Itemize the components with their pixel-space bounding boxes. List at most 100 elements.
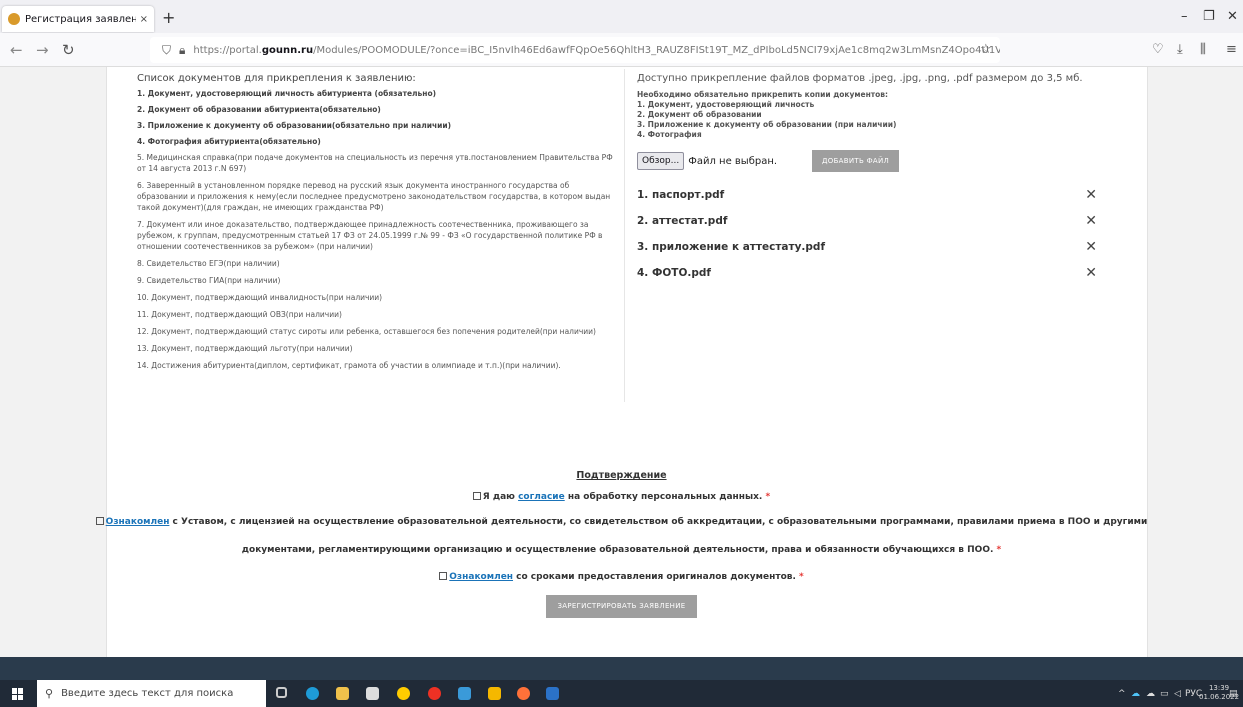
attached-file: 2. аттестат.pdf ✕ (637, 208, 1102, 234)
add-file-button[interactable]: ДОБАВИТЬ ФАЙЛ (812, 150, 900, 172)
consent-checkbox[interactable] (472, 492, 481, 500)
column-divider (624, 69, 625, 402)
windows-start-icon[interactable] (12, 688, 24, 700)
browser-tab[interactable]: Регистрация заявления | Порт × (2, 6, 154, 32)
edge-icon[interactable] (306, 687, 319, 700)
file-name[interactable]: 2. аттестат.pdf (637, 215, 727, 227)
doc-item: 4. Фотография абитуриента(обязательно) (137, 137, 321, 146)
doc-item: 9. Свидетельство ГИА(при наличии) (137, 276, 281, 285)
required-doc-item: 4. Фотография (637, 130, 702, 139)
taskbar-search-placeholder: Введите здесь текст для поиска (61, 688, 234, 699)
app-icon[interactable] (488, 687, 501, 700)
image-viewer-icon[interactable] (546, 687, 559, 700)
required-doc-item: 1. Документ, удостоверяющий личность (637, 100, 815, 109)
library-icon[interactable]: ⫼ (1200, 42, 1206, 57)
confirmation-title: Подтверждение (576, 470, 667, 481)
doc-item: 10. Документ, подтверждающий инвалидност… (137, 293, 383, 302)
firefox-icon[interactable] (517, 687, 530, 700)
cloud-icon[interactable]: ☁ (1131, 689, 1140, 699)
yandex-browser-icon[interactable] (428, 687, 441, 700)
taskbar-search[interactable]: ⚲ Введите здесь текст для поиска (37, 680, 266, 707)
tray-chevron-icon[interactable]: ^ (1118, 689, 1126, 699)
browse-button[interactable]: Обзор... (637, 152, 685, 170)
attached-file: 4. ФОТО.pdf ✕ (637, 260, 1102, 286)
window-close-icon[interactable]: ✕ (1227, 9, 1238, 24)
file-name[interactable]: 4. ФОТО.pdf (637, 267, 711, 279)
tab-close-icon[interactable]: × (140, 14, 148, 25)
windows-taskbar: ⚲ Введите здесь текст для поиска ^ ☁ ☁ ▭… (0, 680, 1243, 707)
required-docs-title: Необходимо обязательно прикрепить копии … (637, 90, 889, 99)
register-application-button[interactable]: ЗАРЕГИСТРИРОВАТЬ ЗАЯВЛЕНИЕ (546, 595, 697, 618)
doc-item: 5. Медицинская справка(при подаче докуме… (137, 153, 613, 173)
address-bar[interactable]: ⛉ 🔒︎ https://portal. gounn.ru/Modules/POO… (150, 37, 1000, 63)
originals-line: Ознакомлен со сроками предоставления ори… (0, 572, 1243, 582)
forward-icon[interactable]: → (36, 41, 49, 59)
site-favicon-icon (8, 13, 20, 25)
reload-icon[interactable]: ↻ (62, 41, 75, 59)
attached-file: 1. паспорт.pdf ✕ (637, 182, 1102, 208)
browser-nav-bar: ← → ↻ ⛉ 🔒︎ https://portal. gounn.ru/Modul… (0, 33, 1243, 67)
file-upload-row: Обзор... Файл не выбран. ДОБАВИТЬ ФАЙЛ (637, 150, 1107, 172)
documents-list-heading: Список документов для прикрепления к зая… (137, 73, 416, 84)
required-mark: * (762, 492, 771, 502)
doc-item: 14. Достижения абитуриента(диплом, серти… (137, 361, 561, 370)
doc-item: 12. Документ, подтверждающий статус сиро… (137, 327, 596, 336)
back-icon[interactable]: ← (10, 41, 23, 59)
consent-link[interactable]: согласие (518, 492, 565, 502)
confirmation-section: Подтверждение Я даю согласие на обработк… (0, 470, 1243, 618)
tab-title: Регистрация заявления | Порт (25, 13, 136, 25)
required-mark: * (795, 572, 804, 582)
doc-item: 13. Документ, подтверждающий льготу(при … (137, 344, 353, 353)
acquainted-line: Ознакомлен с Уставом, с лицензией на осу… (0, 517, 1243, 527)
remove-file-icon[interactable]: ✕ (1085, 239, 1097, 255)
url-domain: gounn.ru (261, 44, 314, 56)
search-icon: ⚲ (45, 687, 54, 700)
doc-item: 11. Документ, подтверждающий ОВЗ(при нал… (137, 310, 342, 319)
page-footer (0, 657, 1243, 680)
documents-list-panel: Список документов для прикрепления к зая… (137, 73, 617, 377)
acquainted-text-2: документами, регламентирующими организац… (241, 545, 994, 555)
file-status: Файл не выбран. (688, 155, 778, 167)
attached-files-list: 1. паспорт.pdf ✕ 2. аттестат.pdf ✕ 3. пр… (637, 182, 1107, 286)
bookmark-star-icon[interactable]: ☆ (980, 42, 992, 57)
formats-note: Доступно прикрепление файлов форматов .j… (637, 73, 1083, 84)
doc-item: 1. Документ, удостоверяющий личность аби… (137, 89, 437, 98)
required-mark: * (993, 545, 1002, 555)
url-path: /Modules/POOMODULE/?once=iBC_I5nvIh46Ed6… (313, 44, 1000, 56)
doc-item: 7. Документ или иное доказательство, под… (137, 220, 603, 251)
browser-tab-bar: Регистрация заявления | Порт × + – ❐ ✕ (0, 0, 1243, 33)
remove-file-icon[interactable]: ✕ (1085, 265, 1097, 281)
attached-file: 3. приложение к аттестату.pdf ✕ (637, 234, 1102, 260)
originals-link[interactable]: Ознакомлен (449, 572, 513, 582)
restore-icon[interactable]: ❐ (1203, 9, 1215, 24)
remove-file-icon[interactable]: ✕ (1085, 187, 1097, 203)
file-name[interactable]: 3. приложение к аттестату.pdf (637, 241, 825, 253)
originals-text: со сроками предоставления оригиналов док… (513, 572, 796, 582)
menu-icon[interactable]: ≡ (1226, 42, 1237, 57)
yandex-icon[interactable] (397, 687, 410, 700)
acquainted-line-2: документами, регламентирующими организац… (0, 545, 1243, 555)
store-icon[interactable] (366, 687, 379, 700)
doc-item: 6. Заверенный в установленном порядке пе… (137, 181, 611, 212)
file-name[interactable]: 1. паспорт.pdf (637, 189, 724, 201)
doc-item: 2. Документ об образовании абитуриента(о… (137, 105, 381, 114)
network-icon[interactable]: ▭ (1160, 689, 1169, 699)
volume-icon[interactable]: ◁ (1174, 689, 1181, 699)
upload-panel: Доступно прикрепление файлов форматов .j… (637, 73, 1107, 286)
messenger-icon[interactable] (458, 687, 471, 700)
remove-file-icon[interactable]: ✕ (1085, 213, 1097, 229)
minimize-icon[interactable]: – (1181, 9, 1188, 24)
new-tab-button[interactable]: + (162, 8, 175, 27)
pocket-icon[interactable]: ♡ (1152, 42, 1164, 57)
notifications-icon[interactable]: ▤ (1229, 689, 1238, 699)
doc-item: 3. Приложение к документу об образовании… (137, 121, 452, 130)
originals-checkbox[interactable] (439, 572, 448, 580)
acquainted-checkbox[interactable] (95, 517, 104, 525)
download-icon[interactable]: ⤓ (1177, 42, 1183, 57)
file-explorer-icon[interactable] (336, 687, 349, 700)
acquainted-link[interactable]: Ознакомлен (106, 517, 170, 527)
task-view-icon[interactable] (276, 687, 287, 698)
required-doc-item: 3. Приложение к документу об образовании… (637, 120, 897, 129)
onedrive-icon[interactable]: ☁ (1146, 689, 1155, 699)
lock-icon: 🔒︎ (179, 42, 186, 57)
